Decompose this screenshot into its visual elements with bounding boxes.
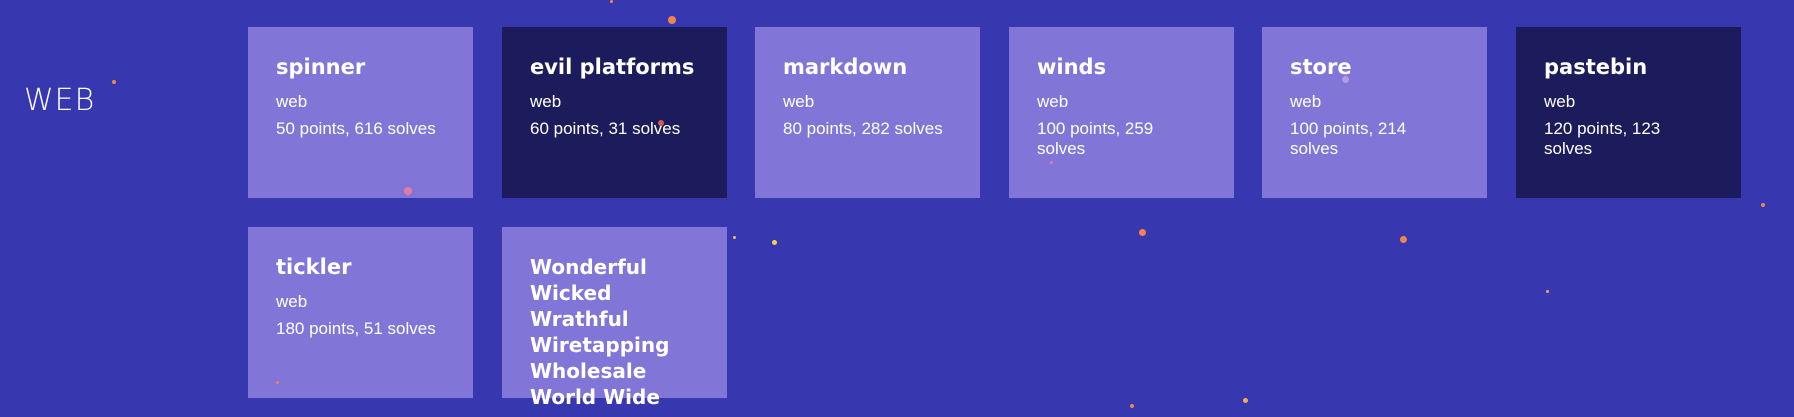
challenge-title: pastebin [1544, 55, 1648, 79]
particle-dot [772, 240, 777, 245]
challenge-card-spinner[interactable]: spinner web 50 points, 616 solves [248, 27, 473, 198]
challenge-card-tickler[interactable]: tickler web 180 points, 51 solves [248, 227, 473, 398]
challenge-title: winds [1037, 55, 1107, 79]
particle-dot [1400, 236, 1407, 243]
challenge-card-evil-platforms[interactable]: evil platforms web 60 points, 31 solves [502, 27, 727, 198]
particle-dot [1342, 76, 1349, 83]
challenge-card-pastebin[interactable]: pastebin web 120 points, 123 solves [1516, 27, 1741, 198]
challenge-category: web [1290, 92, 1322, 111]
challenge-title: spinner [276, 55, 366, 79]
challenge-category: web [276, 92, 308, 111]
particle-dot [404, 187, 412, 195]
challenge-category: web [1544, 92, 1576, 111]
challenge-category: web [530, 92, 562, 111]
challenge-title: store [1290, 55, 1352, 79]
challenge-title: markdown [783, 55, 908, 79]
particle-dot [733, 236, 736, 239]
challenge-points-solves: 60 points, 31 solves [530, 119, 681, 138]
challenge-points-solves: 100 points, 259 solves [1037, 119, 1154, 158]
challenge-category: web [783, 92, 815, 111]
particle-dot [1139, 229, 1146, 236]
challenge-card-wonderful-wicked[interactable]: Wonderful Wicked Wrathful Wiretapping Wh… [502, 227, 727, 409]
challenge-points-solves: 180 points, 51 solves [276, 319, 436, 338]
challenge-title: Wonderful Wicked Wrathful Wiretapping Wh… [530, 255, 670, 409]
challenge-card-winds[interactable]: winds web 100 points, 259 solves [1009, 27, 1234, 198]
challenge-title: evil platforms [530, 55, 695, 79]
particle-dot [658, 120, 664, 126]
challenge-points-solves: 50 points, 616 solves [276, 119, 436, 138]
particle-dot [668, 16, 676, 24]
particle-dot [1130, 404, 1134, 408]
particle-dot [1761, 203, 1765, 207]
category-title: WEB [24, 83, 96, 118]
challenge-title: tickler [276, 255, 352, 279]
challenge-category: web [1037, 92, 1069, 111]
particle-dot [112, 80, 116, 84]
particle-dot [276, 381, 279, 384]
challenge-category: web [276, 292, 308, 311]
particle-dot [1050, 161, 1053, 164]
challenge-card-markdown[interactable]: markdown web 80 points, 282 solves [755, 27, 980, 198]
challenge-card-store[interactable]: store web 100 points, 214 solves [1262, 27, 1487, 198]
particle-dot [1243, 398, 1248, 403]
particle-dot [1546, 290, 1549, 293]
challenge-points-solves: 80 points, 282 solves [783, 119, 943, 138]
challenge-points-solves: 100 points, 214 solves [1290, 119, 1407, 158]
challenge-points-solves: 120 points, 123 solves [1544, 119, 1661, 158]
particle-dot [610, 0, 613, 3]
